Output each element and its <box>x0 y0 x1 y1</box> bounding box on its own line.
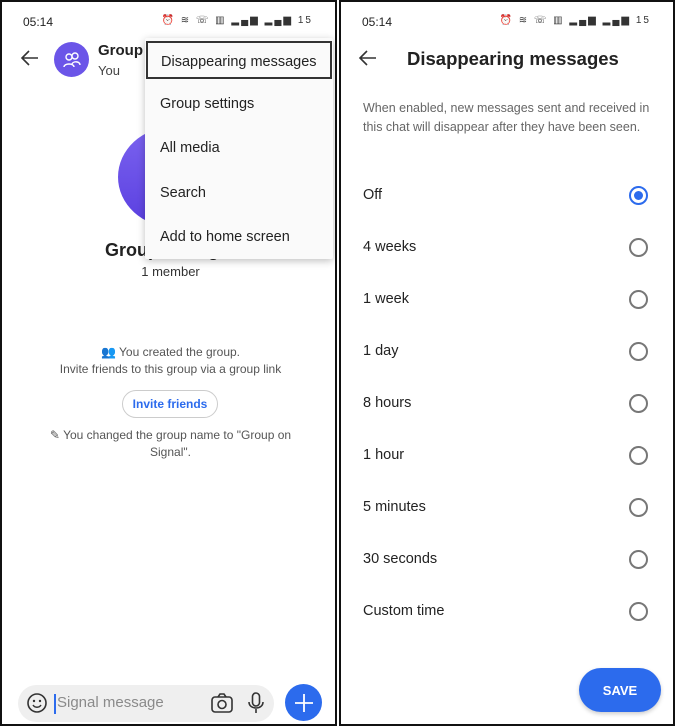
description: When enabled, new messages sent and rece… <box>363 101 650 134</box>
microphone-icon[interactable] <box>246 691 266 715</box>
option-label: 30 seconds <box>363 551 438 567</box>
disappearing-messages-screen: 05:14 ⏰ ≋ ☏ ▥ ▂▄▆ ▂▄▆ 15 Disappearing me… <box>339 0 675 726</box>
menu-item-add-to-home-screen[interactable]: Add to home screen <box>145 218 333 256</box>
option-label: 8 hours <box>363 395 412 411</box>
pencil-icon: ✎ <box>49 428 64 442</box>
radio-button[interactable] <box>629 342 648 361</box>
conversation-subtitle: You <box>98 63 120 78</box>
plus-icon <box>294 693 313 712</box>
group-avatar[interactable] <box>54 42 89 77</box>
option-8-hours[interactable]: 8 hours <box>341 381 673 427</box>
radio-button[interactable] <box>629 394 648 413</box>
option-1-week[interactable]: 1 week <box>341 277 673 323</box>
overflow-menu: Disappearing messages Group settings All… <box>145 38 333 259</box>
option-5-minutes[interactable]: 5 minutes <box>341 485 673 531</box>
radio-button[interactable] <box>629 550 648 569</box>
member-count: 1 member <box>141 264 200 279</box>
invite-hint: Invite friends to this group via a group… <box>59 362 282 376</box>
invite-friends-button[interactable]: Invite friends <box>122 390 218 418</box>
option-label: 4 weeks <box>363 239 417 255</box>
menu-item-group-settings[interactable]: Group settings <box>145 85 333 123</box>
group-created-event: 👥 You created the group. <box>2 344 335 361</box>
status-icons: ⏰ ≋ ☏ ▥ ▂▄▆ ▂▄▆ 15 <box>161 15 313 26</box>
conversation-screen: 05:14 ⏰ ≋ ☏ ▥ ▂▄▆ ▂▄▆ 15 Group on Signal… <box>0 0 337 726</box>
option-1-day[interactable]: 1 day <box>341 329 673 375</box>
save-button[interactable]: SAVE <box>579 668 661 712</box>
radio-button[interactable] <box>629 238 648 257</box>
option-label: 1 hour <box>363 447 405 463</box>
option-30-seconds[interactable]: 30 seconds <box>341 537 673 583</box>
option-label: 5 minutes <box>363 499 426 515</box>
emoji-icon[interactable] <box>26 692 48 714</box>
menu-item-search[interactable]: Search <box>145 174 333 212</box>
group-icon <box>62 51 81 67</box>
group-icon: 👥 <box>100 345 120 359</box>
option-1-hour[interactable]: 1 hour <box>341 433 673 479</box>
radio-button[interactable] <box>629 186 648 205</box>
message-input[interactable]: Signal message <box>54 694 164 714</box>
option-label: 1 day <box>363 343 399 359</box>
event-text: You created the group. <box>119 345 241 359</box>
message-composer[interactable]: Signal message <box>18 685 274 722</box>
group-renamed-event: ✎ You changed the group name to "Group o… <box>2 427 335 461</box>
option-label: Custom time <box>363 603 445 619</box>
back-arrow-icon[interactable] <box>356 46 380 70</box>
menu-item-all-media[interactable]: All media <box>145 129 333 167</box>
radio-button[interactable] <box>629 290 648 309</box>
radio-button[interactable] <box>629 446 648 465</box>
page-title: Disappearing messages <box>407 48 619 69</box>
status-time: 05:14 <box>23 15 54 29</box>
menu-item-disappearing-messages[interactable]: Disappearing messages <box>146 41 332 79</box>
option-label: Off <box>363 187 383 203</box>
back-arrow-icon[interactable] <box>18 46 42 70</box>
status-icons: ⏰ ≋ ☏ ▥ ▂▄▆ ▂▄▆ 15 <box>499 15 651 26</box>
event-text: You changed the group name to "Group on … <box>63 428 292 459</box>
radio-button[interactable] <box>629 602 648 621</box>
camera-icon[interactable] <box>210 692 234 714</box>
option-off[interactable]: Off <box>341 173 673 219</box>
status-time: 05:14 <box>362 15 393 29</box>
option-4-weeks[interactable]: 4 weeks <box>341 225 673 271</box>
option-custom-time[interactable]: Custom time <box>341 589 673 635</box>
attach-plus-button[interactable] <box>285 684 322 721</box>
option-label: 1 week <box>363 291 409 307</box>
radio-button[interactable] <box>629 498 648 517</box>
